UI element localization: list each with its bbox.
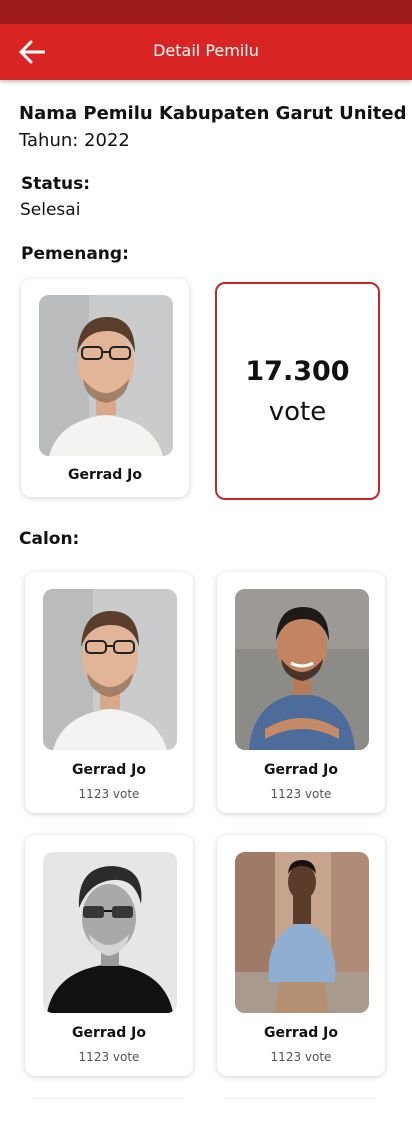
candidate-photo <box>43 589 177 750</box>
status-bar <box>0 0 412 24</box>
page-title: Detail Pemilu <box>153 41 259 60</box>
winner-vote-count: 17.300 <box>245 356 350 387</box>
candidate-name: Gerrad Jo <box>72 762 146 778</box>
next-row-hint <box>32 1098 184 1099</box>
winner-vote-unit: vote <box>268 397 327 427</box>
candidate-name: Gerrad Jo <box>72 1025 146 1041</box>
status-value: Selesai <box>20 200 81 220</box>
election-year: Tahun: 2022 <box>19 130 130 151</box>
winner-photo <box>39 295 173 456</box>
candidate-photo <box>235 589 369 750</box>
candidate-name: Gerrad Jo <box>264 1025 338 1041</box>
candidate-card[interactable]: Gerrad Jo 1123 vote <box>25 835 193 1076</box>
winner-name: Gerrad Jo <box>68 467 142 483</box>
candidate-name: Gerrad Jo <box>264 762 338 778</box>
winner-label: Pemenang: <box>21 244 129 264</box>
winner-card[interactable]: Gerrad Jo <box>21 279 189 497</box>
candidate-card[interactable]: Gerrad Jo 1123 vote <box>25 572 193 813</box>
candidate-card[interactable]: Gerrad Jo 1123 vote <box>217 835 385 1076</box>
candidate-votes: 1123 vote <box>270 1050 332 1064</box>
candidate-photo <box>235 852 369 1013</box>
status-label: Status: <box>21 174 90 194</box>
candidate-votes: 1123 vote <box>78 1050 140 1064</box>
candidates-label: Calon: <box>19 529 80 549</box>
election-name: Nama Pemilu Kabupaten Garut United <box>19 103 407 124</box>
next-row-hint <box>224 1098 376 1099</box>
winner-vote-box: 17.300 vote <box>215 282 380 500</box>
candidate-votes: 1123 vote <box>78 787 140 801</box>
candidate-card[interactable]: Gerrad Jo 1123 vote <box>217 572 385 813</box>
candidate-photo <box>43 852 177 1013</box>
candidate-votes: 1123 vote <box>270 787 332 801</box>
app-bar: Detail Pemilu <box>0 24 412 80</box>
